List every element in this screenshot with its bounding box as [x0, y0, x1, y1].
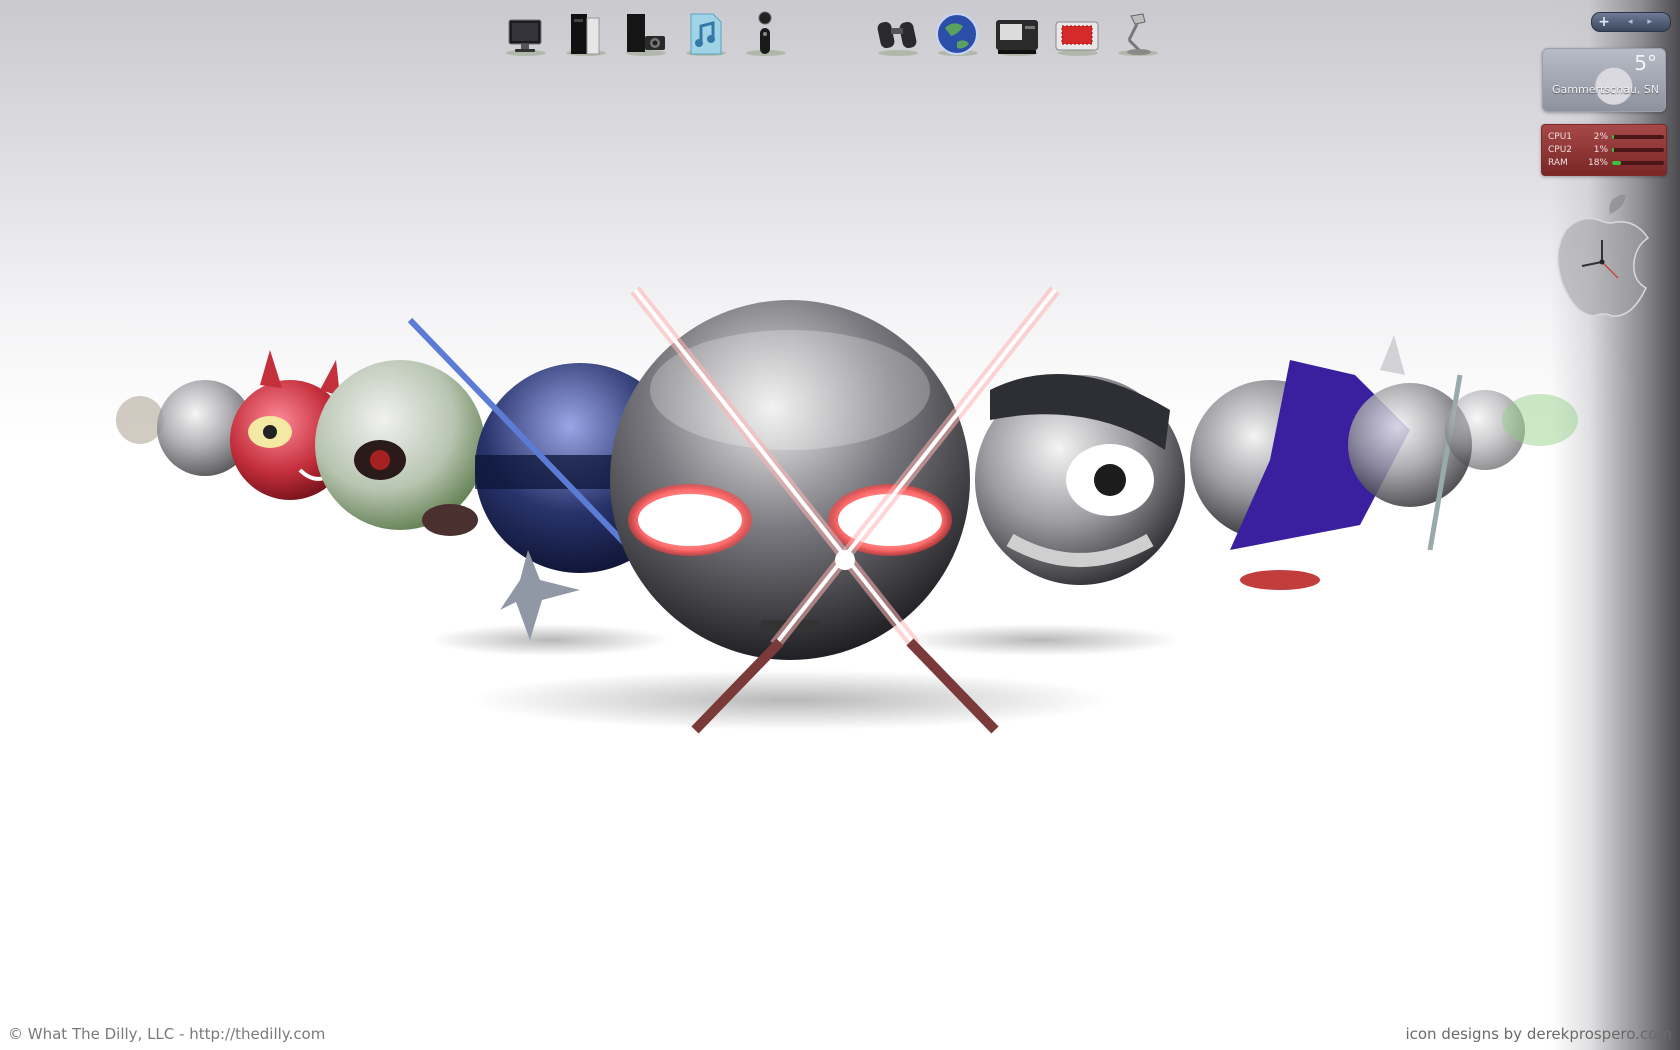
dock-item-monitor[interactable] — [500, 6, 550, 58]
gadget-controls: + ◂ ▸ — [1591, 12, 1671, 32]
gadget-nav-arrows[interactable]: ◂ ▸ — [1616, 17, 1670, 27]
cpu-meter-row: CPU2 1% — [1548, 144, 1664, 156]
weather-gadget[interactable]: 5° Gammertschau, SN — [1542, 48, 1666, 112]
apple-clock-icon[interactable] — [1552, 192, 1656, 320]
globe-browser-icon — [936, 13, 978, 55]
cpu-meter-bar — [1612, 148, 1664, 152]
dock-item-display[interactable] — [1052, 6, 1102, 58]
dock-item-music[interactable] — [680, 6, 730, 58]
monitor-icon — [508, 19, 542, 52]
music-note-icon — [690, 13, 722, 55]
cpu-meter-value: 18% — [1587, 158, 1608, 168]
scanner-icon — [996, 20, 1038, 54]
cpu-meter-label: CPU1 — [1548, 132, 1573, 142]
add-gadget-button[interactable]: + — [1592, 14, 1616, 30]
dock-item-scanner[interactable] — [992, 6, 1042, 58]
camera-icon — [627, 14, 665, 52]
ipod-icon — [758, 11, 772, 54]
dock-item-camera[interactable] — [620, 6, 670, 58]
dock-item-browser[interactable] — [932, 6, 982, 58]
dock-item-binoculars[interactable] — [872, 6, 922, 58]
computer-tower-icon — [571, 14, 600, 55]
lamp-icon — [1127, 13, 1151, 55]
cpu-meter-row: CPU1 2% — [1548, 131, 1664, 143]
cpu-meter-label: RAM — [1548, 158, 1568, 168]
cpu-meter-bar — [1612, 161, 1664, 165]
binoculars-icon — [877, 21, 917, 49]
cpu-meter-label: CPU2 — [1548, 145, 1573, 155]
weather-location: Gammertschau, SN — [1552, 83, 1659, 96]
dock-item-lamp[interactable] — [1112, 6, 1162, 58]
dock-item-ipod[interactable] — [740, 6, 790, 58]
cpu-meter-gadget[interactable]: CPU1 2% CPU2 1% RAM 18% — [1541, 124, 1667, 176]
cpu-meter-value: 1% — [1593, 145, 1608, 155]
weather-temperature: 5° — [1634, 51, 1657, 75]
cpu-meter-row: RAM 18% — [1548, 157, 1664, 169]
wallpaper-characters — [116, 286, 1578, 734]
credit-text: icon designs by derekprospero.com — [1405, 1025, 1672, 1043]
cpu-meter-bar — [1612, 135, 1664, 139]
dock-item-computer[interactable] — [560, 6, 610, 58]
red-display-icon — [1055, 21, 1099, 51]
copyright-text: © What The Dilly, LLC - http://thedilly.… — [8, 1025, 326, 1043]
cpu-meter-value: 2% — [1593, 132, 1608, 142]
